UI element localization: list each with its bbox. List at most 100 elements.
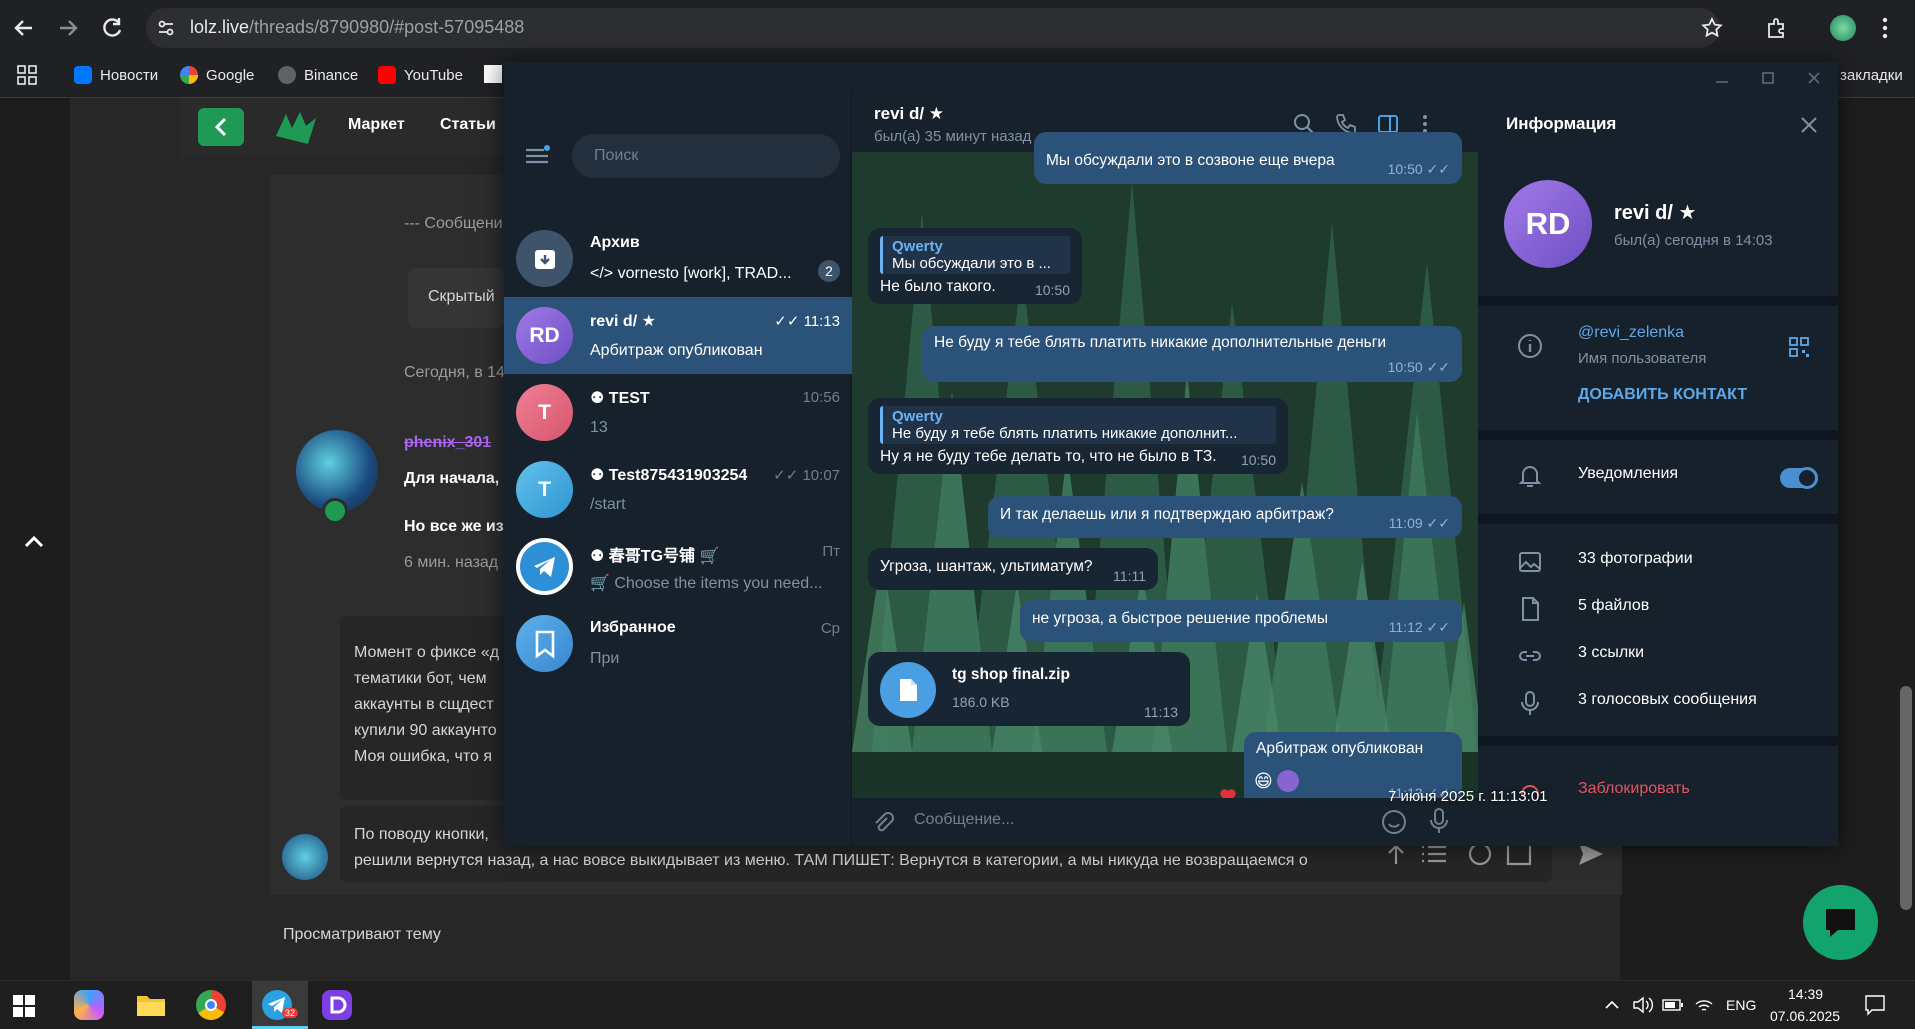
minimize-icon[interactable] <box>1714 70 1730 86</box>
notifications-icon[interactable] <box>1864 994 1886 1016</box>
app-d-icon[interactable] <box>322 990 352 1020</box>
google-icon <box>180 66 198 84</box>
message-in[interactable]: Угроза, шантаж, ультиматум? 11:11 <box>868 548 1158 590</box>
author-nickname[interactable]: phenix_301 <box>404 434 491 452</box>
bookmark-blank[interactable] <box>484 65 502 83</box>
message-input[interactable]: Сообщение... <box>914 811 1014 829</box>
chrome-icon[interactable] <box>196 990 226 1020</box>
telegram-unread-badge: 32 <box>282 1008 299 1018</box>
chat-item-shop[interactable]: ⚉ 春哥TG号铺 🛒 Пт 🛒 Choose the items you nee… <box>504 528 852 605</box>
chat-item-test-bot[interactable]: T ⚉ Test875431903254 ✓✓ 10:07 /start <box>504 451 852 528</box>
reply-quote[interactable]: Qwerty Мы обсуждали это в ... <box>880 236 1070 274</box>
search-input[interactable]: Поиск <box>572 134 840 178</box>
chat-item-archive[interactable]: Архив </> vornesto [work], TRAD... 2 <box>504 220 852 297</box>
profile-avatar[interactable] <box>1830 15 1856 41</box>
emoji-icon[interactable] <box>1380 808 1408 836</box>
site-info-icon[interactable] <box>156 18 176 38</box>
globe-icon <box>278 66 296 84</box>
message-out[interactable]: Не буду я тебе блять платить никакие доп… <box>922 326 1462 382</box>
block-user-button[interactable]: Заблокировать <box>1578 780 1690 798</box>
avatar: RD <box>516 307 573 364</box>
hamburger-menu-icon[interactable] <box>524 144 550 168</box>
info-panel: Информация RD revi d/ ★ был(а) сегодня в… <box>1478 92 1838 846</box>
scroll-top-icon[interactable] <box>20 528 48 556</box>
bookmark-news[interactable]: Новости <box>74 64 158 86</box>
file-icon[interactable] <box>880 662 936 718</box>
shared-links[interactable]: 3 ссылки <box>1578 644 1644 662</box>
shared-voice[interactable]: 3 голосовых сообщения <box>1578 691 1757 709</box>
notifications-toggle[interactable] <box>1780 467 1818 489</box>
apps-grid-icon[interactable] <box>16 64 38 86</box>
close-info-icon[interactable] <box>1800 116 1818 134</box>
extensions-icon[interactable] <box>1764 15 1790 41</box>
telegram-window: Поиск Архив </> vornesto [work], TRAD...… <box>504 62 1838 846</box>
shared-photos[interactable]: 33 фотографии <box>1578 550 1693 568</box>
chat-item-saved[interactable]: Избранное Ср При <box>504 605 852 682</box>
youtube-icon <box>378 66 396 84</box>
shared-files[interactable]: 5 файлов <box>1578 597 1649 615</box>
file-icon <box>1516 595 1544 623</box>
url-text: lolz.live/threads/8790980/#post-57095488 <box>190 17 525 37</box>
chat-item-test[interactable]: T ⚉ TEST 10:56 13 <box>504 374 852 451</box>
reactor-avatar <box>1276 770 1299 792</box>
forum-nav-articles[interactable]: Статьи <box>440 116 496 134</box>
language-indicator[interactable]: ENG <box>1726 997 1756 1013</box>
chat-item-revi[interactable]: RD revi d/ ★ ✓✓ 11:13 Арбитраж опубликов… <box>504 297 852 374</box>
back-icon[interactable] <box>10 14 38 42</box>
microphone-icon[interactable] <box>1426 806 1452 836</box>
reply-line-1: По поводу кнопки, <box>354 826 489 843</box>
bookmark-google[interactable]: Google <box>180 64 254 86</box>
chat-fab-button[interactable] <box>1803 885 1878 960</box>
battery-icon[interactable] <box>1662 998 1684 1012</box>
volume-icon[interactable] <box>1632 996 1654 1014</box>
add-contact-button[interactable]: ДОБАВИТЬ КОНТАКТ <box>1578 386 1747 404</box>
page-scrollbar[interactable] <box>1900 686 1912 910</box>
clock-date[interactable]: 07.06.2025 <box>1770 1008 1840 1024</box>
divider <box>1478 736 1838 746</box>
info-circle-icon <box>1516 332 1544 360</box>
all-bookmarks[interactable]: закладки <box>1840 64 1903 86</box>
qr-code-icon[interactable] <box>1788 336 1810 358</box>
network-icon[interactable] <box>1694 996 1714 1014</box>
file-size: 186.0 KB <box>952 694 1010 710</box>
message-in[interactable]: Qwerty Мы обсуждали это в ... Не было та… <box>868 228 1082 304</box>
tray-chevron-icon[interactable] <box>1604 998 1620 1012</box>
forum-nav-market[interactable]: Маркет <box>348 116 405 134</box>
attach-icon[interactable] <box>870 810 896 836</box>
forum-back-button[interactable] <box>198 108 244 146</box>
bell-icon <box>1516 462 1544 490</box>
reload-icon[interactable] <box>98 14 126 42</box>
quote-line: Моя ошибка, что я <box>354 748 492 765</box>
link-icon <box>1516 642 1544 670</box>
quote-line: тематики бот, чем <box>354 670 487 687</box>
profile-avatar[interactable]: RD <box>1504 180 1592 268</box>
toggle-knob <box>1796 467 1818 489</box>
message-out[interactable]: не угроза, а быстрое решение проблемы 11… <box>1020 600 1462 642</box>
profile-status: был(а) сегодня в 14:03 <box>1614 232 1773 249</box>
peer-name[interactable]: revi d/ ★ <box>874 104 944 124</box>
file-message[interactable]: tg shop final.zip 186.0 KB 11:13 <box>868 652 1190 726</box>
message-out[interactable]: Мы обсуждали это в созвоне еще вчера 10:… <box>1034 132 1462 184</box>
chat-list-sidebar: Поиск Архив </> vornesto [work], TRAD...… <box>504 92 852 846</box>
clock-time[interactable]: 14:39 <box>1788 986 1823 1002</box>
username-link[interactable]: @revi_zelenka <box>1578 324 1684 342</box>
bookmark-star-icon[interactable] <box>1700 16 1724 40</box>
file-explorer-icon[interactable] <box>136 992 166 1018</box>
divider <box>1478 514 1838 524</box>
maximize-icon[interactable] <box>1760 70 1776 86</box>
reply-quote[interactable]: Qwerty Не буду я тебе блять платить ника… <box>880 406 1276 444</box>
forward-icon[interactable] <box>54 14 82 42</box>
bot-icon: ⚉ <box>590 390 609 407</box>
close-window-icon[interactable] <box>1806 70 1822 86</box>
quote-line: аккаунты в сщдест <box>354 696 494 713</box>
message-in[interactable]: Qwerty Не буду я тебе блять платить ника… <box>868 398 1288 474</box>
unread-badge: 2 <box>818 260 840 282</box>
post-time-ago: 6 мин. назад <box>404 554 499 571</box>
start-windows-icon[interactable] <box>12 994 36 1018</box>
copilot-icon[interactable] <box>74 990 104 1020</box>
menu-kebab-icon[interactable] <box>1880 16 1890 40</box>
bookmark-binance[interactable]: Binance <box>278 64 358 86</box>
reaction[interactable]: 😄 <box>1254 770 1299 792</box>
bookmark-youtube[interactable]: YouTube <box>378 64 463 86</box>
message-out[interactable]: И так делаешь или я подтверждаю арбитраж… <box>988 496 1462 538</box>
